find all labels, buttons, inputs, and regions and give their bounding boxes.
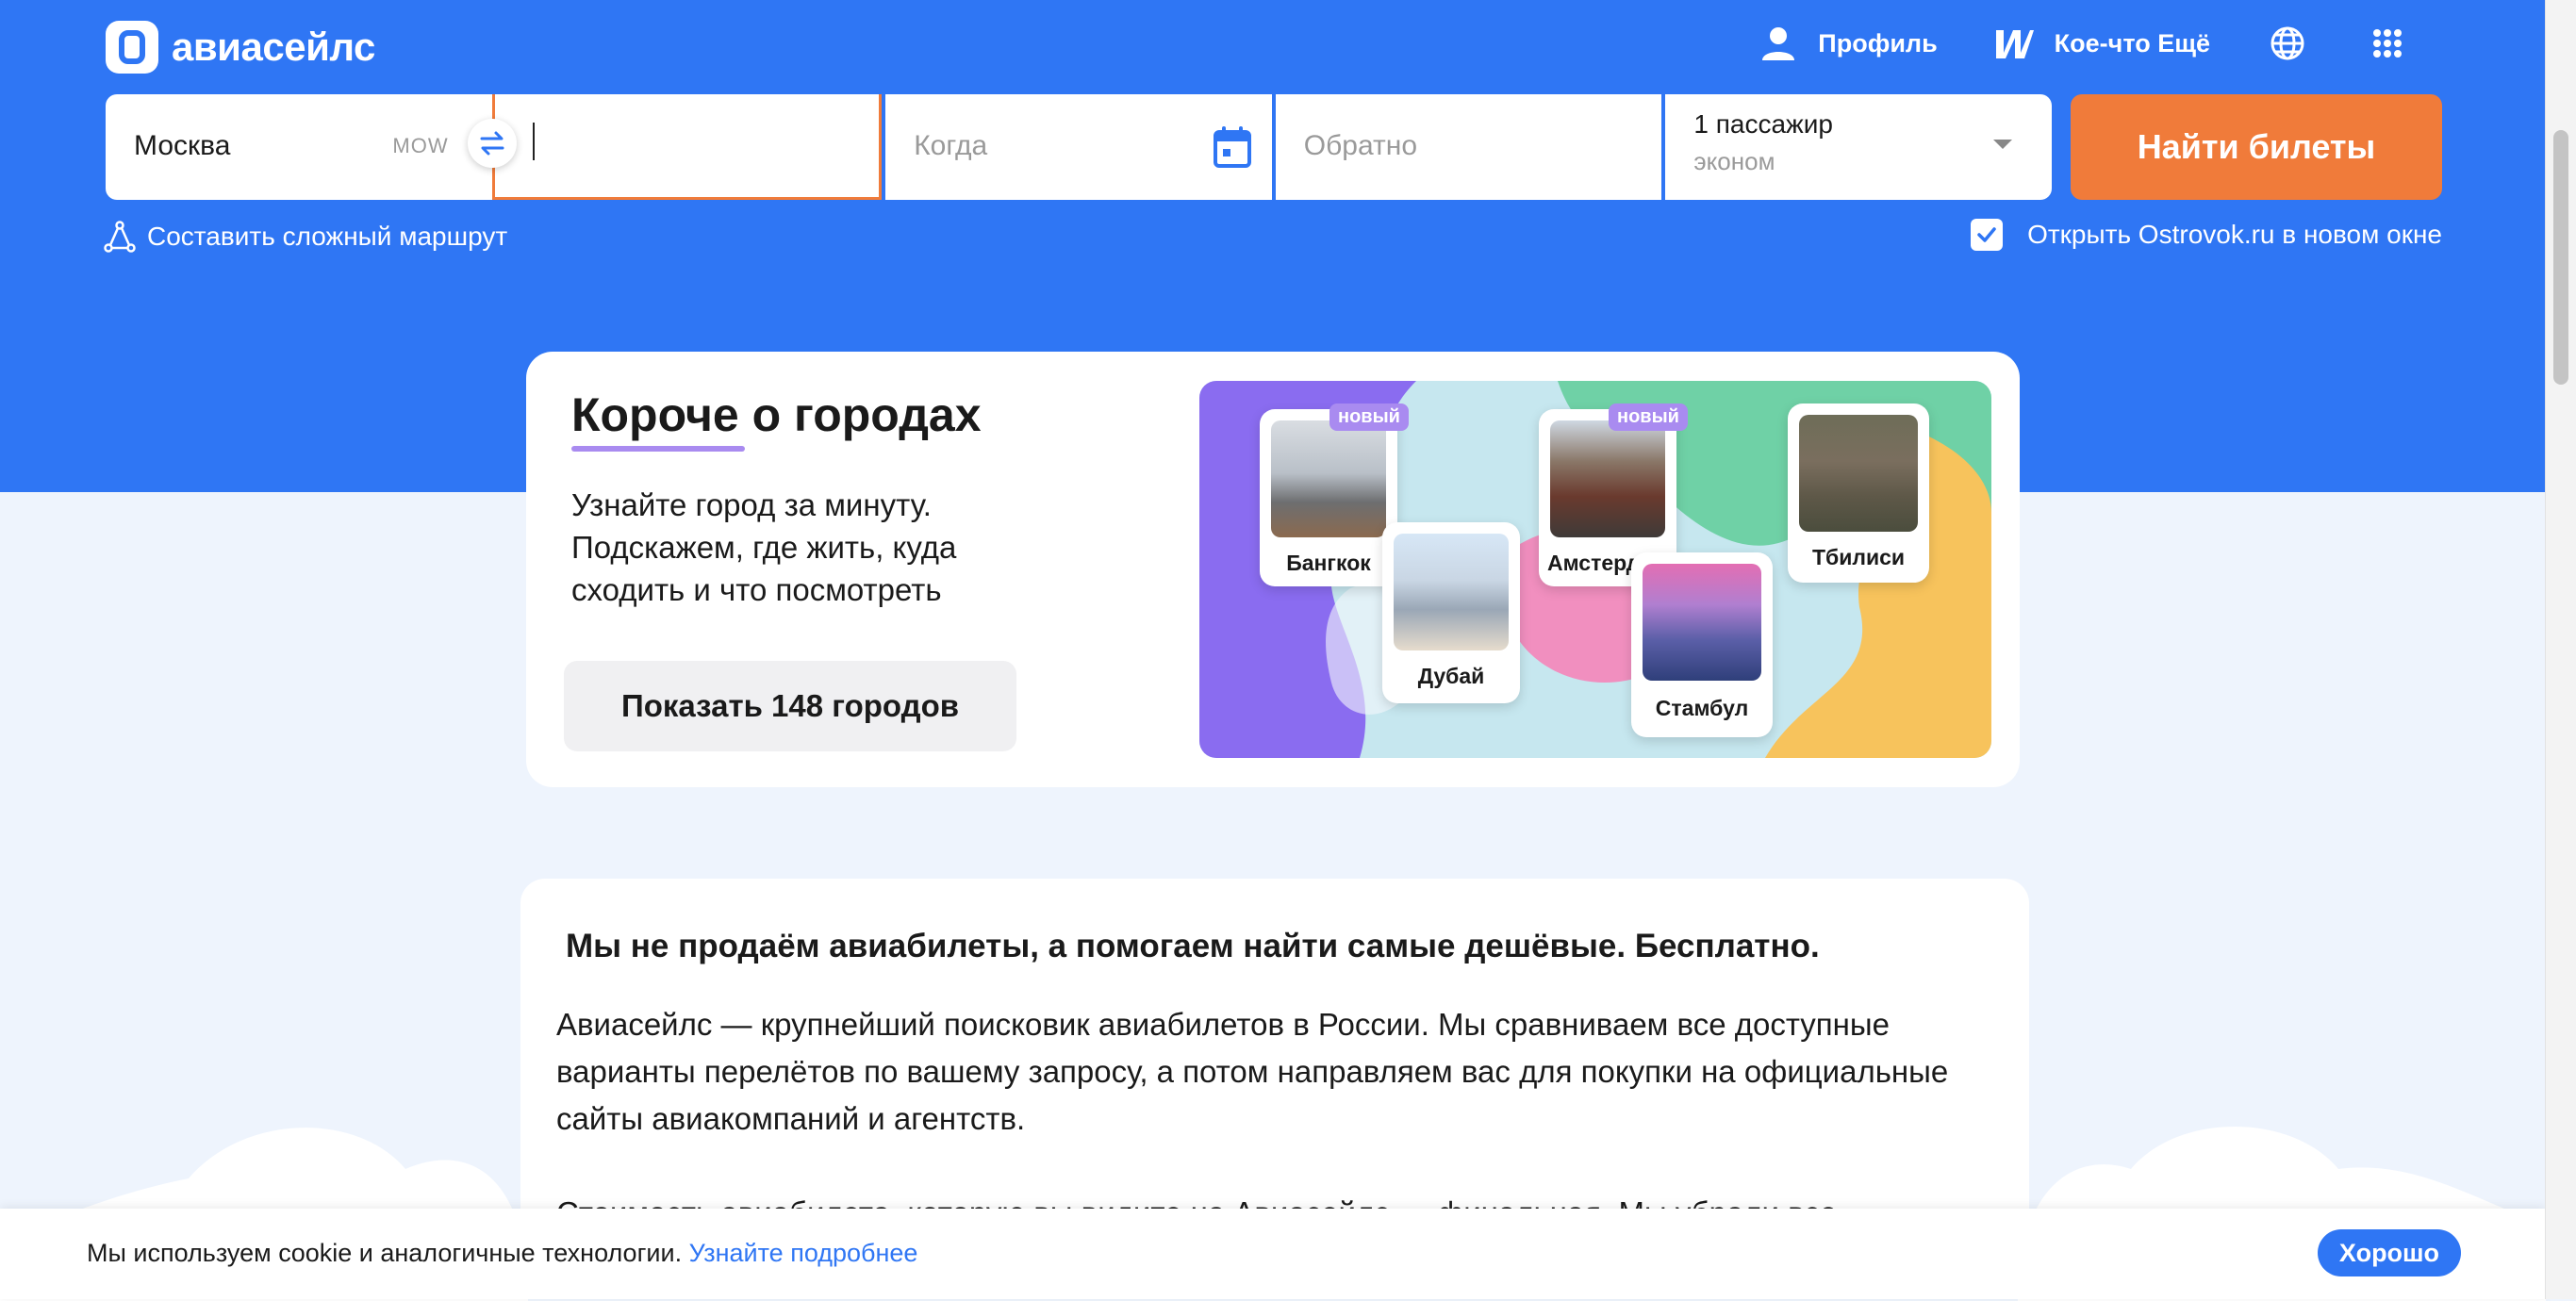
text-cursor xyxy=(532,123,535,160)
title-underline xyxy=(571,446,745,452)
city-card-dubai[interactable]: Дубай xyxy=(1382,522,1520,703)
travel-class: эконом xyxy=(1693,147,1775,175)
language-button[interactable] xyxy=(2265,21,2310,66)
cities-description: Узнайте город за минуту. Подскажем, где … xyxy=(571,487,957,607)
profile-label: Профиль xyxy=(1818,28,1938,58)
origin-value: Москва xyxy=(134,130,231,161)
route-icon xyxy=(104,221,136,253)
city-name: Тбилиси xyxy=(1811,545,1906,569)
complex-route-label: Составить сложный маршрут xyxy=(147,222,508,251)
swap-button[interactable] xyxy=(468,119,517,168)
globe-icon xyxy=(2265,21,2310,66)
city-photo xyxy=(1643,564,1761,681)
chevron-down-icon xyxy=(1992,140,2012,149)
return-placeholder: Обратно xyxy=(1303,130,1418,161)
info-paragraph: Авиасейлс — крупнейший поисковик авиабил… xyxy=(556,1007,1949,1136)
header-nav: Профиль Кое-что Ещё xyxy=(1756,21,2410,66)
new-badge: новый xyxy=(1609,403,1688,431)
ostrovok-label: Открыть Ostrovok.ru в новом окне xyxy=(2027,220,2442,249)
logo[interactable]: авиасейлс xyxy=(106,21,375,74)
scrollbar-thumb[interactable] xyxy=(2553,130,2568,385)
cities-collage[interactable]: Бангкок новый Дубай Амстердам новый Стам… xyxy=(1199,381,1991,758)
show-cities-button[interactable]: Показать 148 городов xyxy=(564,661,1016,751)
search-form: Москва MOW Когда Обратно 1 пассажир экон… xyxy=(106,94,2052,200)
user-icon xyxy=(1756,21,1801,66)
city-photo xyxy=(1550,420,1665,537)
grid-icon xyxy=(2365,21,2410,66)
find-tickets-button[interactable]: Найти билеты xyxy=(2071,94,2442,200)
city-card-bangkok[interactable]: Бангкок xyxy=(1260,409,1397,586)
info-title: Мы не продаём авиабилеты, а помогаем най… xyxy=(566,928,1820,964)
city-card-istanbul[interactable]: Стамбул xyxy=(1631,552,1773,737)
logo-text: авиасейлс xyxy=(172,25,375,69)
cookie-message: Мы используем cookie и аналогичные техно… xyxy=(87,1239,917,1268)
profile-link[interactable]: Профиль xyxy=(1756,21,1938,66)
more-logo-icon xyxy=(1992,21,2038,66)
apps-button[interactable] xyxy=(2365,21,2410,66)
city-card-tbilisi[interactable]: Тбилиси xyxy=(1788,403,1929,583)
city-photo xyxy=(1799,415,1918,532)
check-icon xyxy=(1977,227,1996,242)
cookie-banner: Мы используем cookie и аналогичные техно… xyxy=(0,1209,2546,1299)
city-photo xyxy=(1271,420,1386,537)
city-name: Стамбул xyxy=(1655,696,1749,720)
date-placeholder: Когда xyxy=(914,130,988,161)
calendar-icon xyxy=(1213,126,1251,168)
destination-field[interactable] xyxy=(491,94,883,200)
cookie-text: Мы используем cookie и аналогичные техно… xyxy=(87,1239,689,1267)
more-menu[interactable]: Кое-что Ещё xyxy=(1992,21,2210,66)
logo-icon xyxy=(106,21,158,74)
return-field[interactable]: Обратно xyxy=(1275,94,1662,200)
origin-field[interactable]: Москва MOW xyxy=(106,94,517,200)
city-name: Дубай xyxy=(1417,664,1485,688)
cookie-learn-more-link[interactable]: Узнайте подробнее xyxy=(689,1239,918,1267)
passengers-select[interactable]: 1 пассажир эконом xyxy=(1665,94,2052,200)
more-label: Кое-что Ещё xyxy=(2054,28,2210,58)
cities-title: Короче о городах xyxy=(571,388,982,441)
ostrovok-option[interactable]: Открыть Ostrovok.ru в новом окне xyxy=(1971,219,2442,251)
cookie-accept-button[interactable]: Хорошо xyxy=(2318,1229,2461,1276)
passengers-count: 1 пассажир xyxy=(1693,109,1833,139)
cities-card: Короче о городах Узнайте город за минуту… xyxy=(526,352,2020,787)
new-badge: новый xyxy=(1329,403,1409,431)
city-photo xyxy=(1394,534,1509,650)
ostrovok-checkbox[interactable] xyxy=(1971,219,2004,251)
city-name: Бангкок xyxy=(1286,551,1371,575)
swap-icon xyxy=(480,131,504,156)
complex-route-link[interactable]: Составить сложный маршрут xyxy=(104,221,507,253)
origin-iata: MOW xyxy=(392,134,449,157)
scrollbar[interactable] xyxy=(2545,0,2576,1299)
date-field[interactable]: Когда xyxy=(885,94,1272,200)
